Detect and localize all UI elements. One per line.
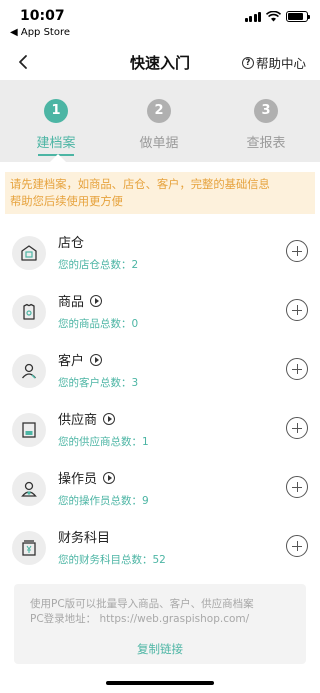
status-time: 10:07: [20, 8, 65, 24]
operator-icon: [12, 472, 46, 506]
item-count: 您的操作员总数：9: [58, 495, 149, 507]
item-count: 您的财务科目总数：52: [58, 554, 166, 566]
help-center-button[interactable]: ? 帮助中心: [241, 53, 306, 72]
step-view-reports[interactable]: 3 查报表: [221, 99, 311, 151]
home-indicator: [106, 681, 214, 685]
item-title: 店仓: [58, 232, 84, 251]
item-count: 您的供应商总数：1: [58, 436, 149, 448]
supplier-icon: [12, 413, 46, 447]
item-count: 您的商品总数：0: [58, 318, 139, 330]
notice-banner: 请先建档案，如商品、店仓、客户，完整的基础信息 帮助您后续使用更方便: [5, 172, 315, 214]
play-video-icon[interactable]: [90, 353, 103, 366]
customer-icon: [12, 354, 46, 388]
item-count: 您的客户总数：3: [58, 377, 139, 389]
item-count: 您的店仓总数：2: [58, 259, 139, 271]
play-video-icon[interactable]: [103, 412, 116, 425]
list-item-finance[interactable]: 财务科目 您的财务科目总数：52: [0, 521, 320, 579]
notice-line-1: 请先建档案，如商品、店仓、客户，完整的基础信息: [10, 178, 270, 191]
add-operator-button[interactable]: [286, 476, 308, 498]
status-bar: 10:07 ◀ App Store: [0, 0, 320, 44]
pc-url-line: PC登录地址： https://web.graspishop.com/: [30, 613, 250, 625]
add-supplier-button[interactable]: [286, 417, 308, 439]
product-icon: [12, 295, 46, 329]
step-number: 1: [44, 99, 68, 123]
notice-line-2: 帮助您后续使用更方便: [10, 195, 123, 208]
help-center-label: 帮助中心: [255, 56, 306, 71]
back-to-app-store-link[interactable]: ◀ App Store: [10, 27, 70, 38]
status-icons: [244, 11, 310, 22]
item-title: 供应商: [58, 409, 116, 428]
item-title: 客户: [58, 350, 103, 369]
step-label: 查报表: [246, 136, 286, 151]
item-title: 操作员: [58, 468, 116, 487]
play-video-icon[interactable]: [103, 471, 116, 484]
list-item-operator[interactable]: 操作员 您的操作员总数：9: [0, 462, 320, 520]
finance-icon: [12, 531, 46, 565]
question-icon: ?: [241, 56, 254, 69]
item-title: 商品: [58, 291, 103, 310]
pc-info-box: 使用PC版可以批量导入商品、客户、供应商档案 PC登录地址： https://w…: [14, 584, 306, 664]
battery-icon: [286, 11, 310, 22]
cellular-signal-icon: [244, 11, 261, 22]
step-build-archive[interactable]: 1 建档案: [11, 99, 101, 151]
add-customer-button[interactable]: [286, 358, 308, 380]
item-title-text: 商品: [58, 295, 85, 310]
item-title-text: 财务科目: [58, 531, 111, 546]
list-item-supplier[interactable]: 供应商 您的供应商总数：1: [0, 403, 320, 461]
step-number: 2: [147, 99, 171, 123]
item-title-text: 操作员: [58, 472, 98, 487]
pc-info-line-1: 使用PC版可以批量导入商品、客户、供应商档案: [30, 598, 254, 610]
add-product-button[interactable]: [286, 299, 308, 321]
navigation-bar: 快速入门 ? 帮助中心: [0, 44, 320, 80]
steps-bar: 1 建档案 2 做单据 3 查报表: [0, 80, 320, 162]
list-item-product[interactable]: 商品 您的商品总数：0: [0, 285, 320, 343]
play-video-icon[interactable]: [90, 294, 103, 307]
item-title-text: 客户: [58, 354, 85, 369]
item-title-text: 供应商: [58, 413, 98, 428]
item-title-text: 店仓: [58, 236, 85, 251]
copy-link-button[interactable]: 复制链接: [14, 641, 306, 657]
step-label: 建档案: [36, 136, 76, 151]
store-icon: [12, 236, 46, 270]
list-item-customer[interactable]: 客户 您的客户总数：3: [0, 344, 320, 402]
step-make-documents[interactable]: 2 做单据: [114, 99, 204, 151]
step-label: 做单据: [139, 136, 179, 151]
step-pointer: [50, 154, 66, 162]
item-title: 财务科目: [58, 527, 110, 546]
step-number: 3: [254, 99, 278, 123]
list-item-store[interactable]: 店仓 您的店仓总数：2: [0, 226, 320, 284]
add-store-button[interactable]: [286, 240, 308, 262]
add-finance-account-button[interactable]: [286, 535, 308, 557]
wifi-icon: [266, 11, 281, 22]
